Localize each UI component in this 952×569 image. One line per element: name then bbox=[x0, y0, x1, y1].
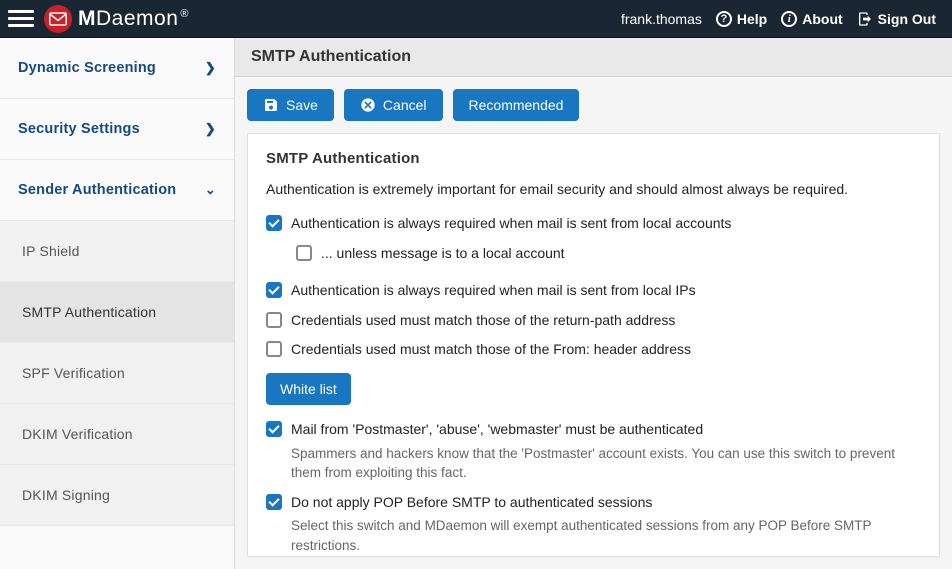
option-label: Mail from 'Postmaster', 'abuse', 'webmas… bbox=[291, 421, 703, 437]
option-label: Credentials used must match those of the… bbox=[291, 311, 675, 331]
option-unless-local[interactable]: ... unless message is to a local account bbox=[266, 239, 921, 269]
user-name: frank.thomas bbox=[621, 11, 702, 27]
chevron-right-icon: ❯ bbox=[205, 121, 216, 137]
checkbox[interactable] bbox=[266, 312, 282, 328]
option-label: Authentication is always required when m… bbox=[291, 214, 731, 234]
option-desc: Spammers and hackers know that the 'Post… bbox=[291, 444, 921, 483]
sidebar: Dynamic Screening ❯ Security Settings ❯ … bbox=[0, 38, 235, 569]
option-label: Do not apply POP Before SMTP to authenti… bbox=[291, 494, 652, 510]
checkbox[interactable] bbox=[266, 421, 282, 437]
sidebar-item-smtp-auth[interactable]: SMTP Authentication bbox=[0, 282, 234, 343]
option-match-return-path[interactable]: Credentials used must match those of the… bbox=[266, 306, 921, 336]
sidebar-item-dkim-verification[interactable]: DKIM Verification bbox=[0, 404, 234, 465]
checkbox[interactable] bbox=[296, 245, 312, 261]
save-button[interactable]: Save bbox=[247, 89, 334, 121]
panel-intro: Authentication is extremely important fo… bbox=[266, 181, 921, 197]
sidebar-item-sender-authentication[interactable]: Sender Authentication ⌄ bbox=[0, 160, 234, 221]
option-label: Authentication is always required when m… bbox=[291, 281, 696, 301]
checkbox[interactable] bbox=[266, 341, 282, 357]
whitelist-button[interactable]: White list bbox=[266, 373, 351, 405]
brand-logo bbox=[44, 5, 72, 33]
option-label: ... unless message is to a local account bbox=[321, 244, 565, 264]
chevron-right-icon: ❯ bbox=[205, 60, 216, 76]
option-match-from[interactable]: Credentials used must match those of the… bbox=[266, 335, 921, 365]
recommended-button[interactable]: Recommended bbox=[453, 89, 580, 121]
save-icon bbox=[263, 97, 279, 113]
option-desc: Select this switch and MDaemon will exem… bbox=[291, 516, 921, 555]
sidebar-item-security-settings[interactable]: Security Settings ❯ bbox=[0, 99, 234, 160]
sidebar-item-dynamic-screening[interactable]: Dynamic Screening ❯ bbox=[0, 38, 234, 99]
topbar: MDaemon® frank.thomas ? Help i About Sig… bbox=[0, 0, 952, 38]
info-icon: i bbox=[781, 11, 797, 27]
option-no-pop-before-smtp[interactable]: Do not apply POP Before SMTP to authenti… bbox=[266, 488, 921, 557]
signout-icon bbox=[857, 11, 873, 27]
page-title: SMTP Authentication bbox=[235, 38, 952, 77]
toolbar: Save Cancel Recommended bbox=[235, 77, 952, 133]
option-label: Credentials used must match those of the… bbox=[291, 340, 691, 360]
help-link[interactable]: ? Help bbox=[712, 9, 771, 29]
settings-panel: SMTP Authentication Authentication is ex… bbox=[247, 133, 940, 557]
sidebar-item-dkim-signing[interactable]: DKIM Signing bbox=[0, 465, 234, 526]
option-auth-local-ips[interactable]: Authentication is always required when m… bbox=[266, 276, 921, 306]
brand-name: MDaemon® bbox=[78, 7, 189, 31]
cancel-button[interactable]: Cancel bbox=[344, 89, 443, 121]
option-postmaster-auth[interactable]: Mail from 'Postmaster', 'abuse', 'webmas… bbox=[266, 415, 921, 488]
about-link[interactable]: i About bbox=[777, 9, 846, 29]
envelope-icon bbox=[49, 12, 67, 26]
chevron-down-icon: ⌄ bbox=[205, 182, 216, 198]
menu-icon[interactable] bbox=[8, 7, 34, 31]
checkbox[interactable] bbox=[266, 494, 282, 510]
cancel-icon bbox=[360, 97, 376, 113]
panel-heading: SMTP Authentication bbox=[266, 150, 921, 167]
signout-link[interactable]: Sign Out bbox=[853, 9, 940, 29]
option-auth-local-accounts[interactable]: Authentication is always required when m… bbox=[266, 209, 921, 239]
sidebar-item-ip-shield[interactable]: IP Shield bbox=[0, 221, 234, 282]
help-icon: ? bbox=[716, 11, 732, 27]
checkbox[interactable] bbox=[266, 282, 282, 298]
checkbox[interactable] bbox=[266, 215, 282, 231]
sidebar-item-spf[interactable]: SPF Verification bbox=[0, 343, 234, 404]
